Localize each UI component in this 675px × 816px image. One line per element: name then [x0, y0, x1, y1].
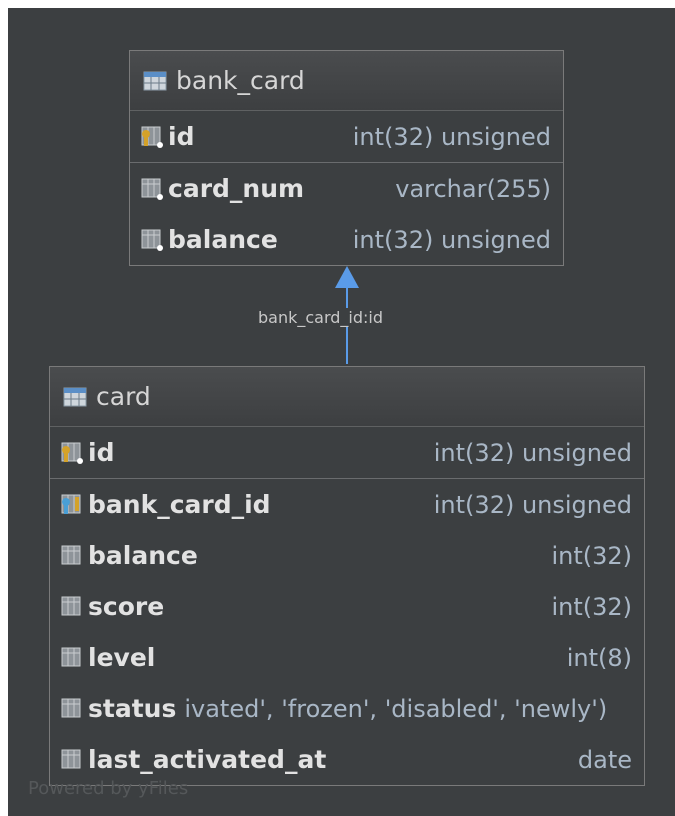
column-type: varchar(255): [395, 174, 551, 203]
table-icon: [143, 71, 167, 90]
column-row-balance[interactable]: balance int(32) unsigned: [130, 214, 563, 265]
column-row-status[interactable]: status ivated', 'frozen', 'disabled', 'n…: [50, 683, 644, 734]
column-name: status: [88, 694, 177, 723]
table-name: card: [96, 382, 151, 411]
column-row-card-num[interactable]: card_num varchar(255): [130, 163, 563, 214]
yfiles-watermark: Powered by yFiles: [28, 778, 189, 799]
column-type: ivated', 'frozen', 'disabled', 'newly'): [184, 694, 608, 723]
diagram-canvas: bank_card id int(32) unsigned card_num v…: [8, 8, 675, 816]
column-icon: [61, 647, 81, 666]
column-name: bank_card_id: [88, 490, 271, 519]
column-icon: [61, 749, 81, 768]
foreign-key-column-icon: [61, 494, 81, 514]
column-icon: [61, 698, 81, 717]
relation-arrowhead: [335, 266, 359, 288]
column-row-balance[interactable]: balance int(32): [50, 530, 644, 581]
column-icon: [61, 596, 81, 615]
column-row-score[interactable]: score int(32): [50, 581, 644, 632]
table-name: bank_card: [176, 66, 305, 95]
column-name: card_num: [168, 174, 305, 203]
column-row-id[interactable]: id int(32) unsigned: [50, 427, 644, 478]
column-type: int(32) unsigned: [352, 122, 551, 151]
column-icon: [141, 178, 163, 200]
column-name: level: [88, 643, 156, 672]
column-type: int(32): [551, 592, 632, 621]
table-header[interactable]: bank_card: [130, 51, 563, 111]
column-icon: [141, 229, 163, 251]
column-icon: [61, 545, 81, 564]
table-icon: [63, 387, 87, 406]
table-header[interactable]: card: [50, 367, 644, 427]
column-type: int(32) unsigned: [433, 490, 632, 519]
column-name: balance: [168, 225, 278, 254]
column-name: last_activated_at: [88, 745, 327, 774]
column-name: id: [88, 438, 115, 467]
column-row-bank-card-id[interactable]: bank_card_id int(32) unsigned: [50, 479, 644, 530]
column-type: int(32) unsigned: [433, 438, 632, 467]
column-row-id[interactable]: id int(32) unsigned: [130, 111, 563, 162]
column-type: int(32): [551, 541, 632, 570]
table-bank-card[interactable]: bank_card id int(32) unsigned card_num v…: [129, 50, 564, 266]
primary-key-column-icon: [61, 442, 83, 464]
column-type: int(32) unsigned: [352, 225, 551, 254]
column-name: score: [88, 592, 165, 621]
table-card[interactable]: card id int(32) unsigned bank_card_id in…: [49, 366, 645, 786]
column-name: id: [168, 122, 195, 151]
column-name: balance: [88, 541, 198, 570]
column-type: int(8): [566, 643, 632, 672]
primary-key-column-icon: [141, 126, 163, 148]
column-row-level[interactable]: level int(8): [50, 632, 644, 683]
column-type: date: [577, 745, 632, 774]
relation-label: bank_card_id:id: [258, 308, 384, 327]
